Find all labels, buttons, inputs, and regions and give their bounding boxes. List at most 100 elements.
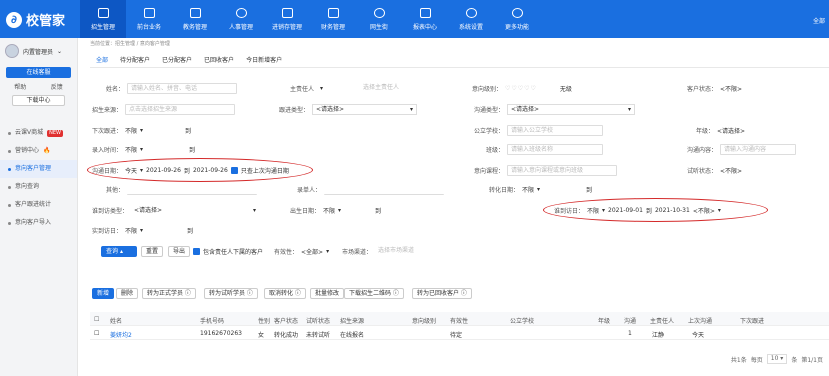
customer-name-link[interactable]: 姜妍均2 (110, 330, 132, 339)
comm-type-select[interactable]: <请选择> ▾ (507, 104, 636, 115)
col-comm[interactable]: 沟通 (624, 316, 636, 325)
col-name[interactable]: 姓名 (110, 316, 122, 325)
row-checkbox[interactable]: ☐ (94, 330, 99, 337)
heart-rating-icon[interactable]: ♡♡♡♡♡ (505, 85, 537, 92)
to-trial-button[interactable]: 转为试听学员 ⓘ (204, 288, 258, 299)
user-menu[interactable]: 内置管理员 ⌄ (0, 38, 77, 64)
owner-select[interactable]: ▾ (317, 83, 358, 94)
book-icon (189, 7, 201, 18)
follow-type-select[interactable]: <请选择> ▾ (312, 104, 418, 115)
col-grade[interactable]: 年级 (598, 316, 610, 325)
caret-down-icon: ▾ (628, 106, 632, 113)
nav-front-desk[interactable]: 前台业务 (126, 0, 172, 38)
caret-down-icon: ▾ (326, 248, 330, 255)
col-status[interactable]: 客户状态 (274, 316, 298, 325)
sidebar-item-query[interactable]: 意向查询 (0, 178, 77, 196)
cancel-convert-button[interactable]: 取消转化 ⓘ (264, 288, 306, 299)
market-input[interactable]: 选择市场渠道 (375, 246, 440, 257)
pagination: 共1条 每页 10 ▾ 条 第1/1页 (730, 354, 823, 364)
caret-down-icon: ▾ (140, 127, 144, 134)
name-input[interactable]: 请输入姓名、拼音、电话 (127, 83, 238, 94)
col-source[interactable]: 招生来源 (340, 316, 364, 325)
other-input[interactable] (127, 184, 258, 195)
source-input[interactable]: 点击选择招生来源 (125, 104, 236, 115)
caret-down-icon: ▾ (320, 85, 324, 92)
check-icon[interactable] (193, 248, 200, 255)
class-input[interactable]: 请输入班级名称 (507, 144, 604, 155)
nav-settings[interactable]: 系统设置 (448, 0, 494, 38)
nav-enrollment[interactable]: 招生管理 (80, 0, 126, 38)
export-button[interactable]: 导出 (168, 246, 191, 257)
batch-edit-button[interactable]: 批量修改 (310, 288, 345, 299)
grade-select[interactable]: <请选择> (717, 126, 745, 135)
caret-down-icon: ▾ (410, 106, 414, 113)
caret-down-icon: ▾ (537, 186, 541, 193)
divider (90, 67, 829, 68)
col-school[interactable]: 公立学校 (510, 316, 534, 325)
col-next-follow[interactable]: 下次跟进 (740, 316, 764, 325)
sidebar-item-marketing[interactable]: 营销中心 🔥 (0, 142, 77, 160)
sidebar-item-mall[interactable]: 云课V商城 NEW (0, 124, 77, 142)
feedback-link[interactable]: 反馈 (51, 82, 63, 91)
caret-down-icon: ▾ (338, 207, 342, 214)
download-center-button[interactable]: 下载中心 (12, 95, 65, 106)
course-input[interactable]: 请输入意向课程或意向班级 (507, 165, 618, 176)
nav-hr[interactable]: 人事管理 (218, 0, 264, 38)
sidebar-item-stats[interactable]: 客户跟进统计 (0, 196, 77, 214)
page-size-select[interactable]: 10 ▾ (766, 354, 788, 364)
page-indicator: 第1/1页 (801, 356, 823, 364)
owner-filter: 主责任人 ▾ 选择主责任人 (290, 83, 421, 94)
nav-finance[interactable]: 财务管理 (310, 0, 356, 38)
visit-type-filter: 谁到访类型： <请选择> ▾ (92, 205, 260, 216)
school-input[interactable]: 请输入公立学校 (507, 125, 604, 136)
nav-academic[interactable]: 教务管理 (172, 0, 218, 38)
reset-button[interactable]: 重置 (141, 246, 164, 257)
nav-web-street[interactable]: 网生街 (356, 0, 402, 38)
trial-select[interactable]: <不限> (720, 166, 742, 175)
online-service-button[interactable]: 在线客服 (6, 67, 71, 78)
sidebar: 内置管理员 ⌄ 在线客服 帮助 反馈 下载中心 云课V商城 NEW 营销中心 🔥 意向客… (0, 38, 78, 376)
class-filter: 班级： 请输入班级名称 (486, 144, 604, 155)
to-recycled-button[interactable]: 转为已回收客户 ⓘ (412, 288, 472, 299)
query-button[interactable]: 查询 ▴ (101, 246, 137, 257)
source-filter: 招生来源： 点击选择招生来源 (92, 104, 236, 115)
no-level-option[interactable]: 无级 (560, 84, 572, 93)
help-link[interactable]: 帮助 (14, 82, 26, 91)
visit-type-select[interactable]: <请选择> ▾ (131, 205, 260, 216)
chart-icon (419, 7, 431, 18)
col-last-comm[interactable]: 上次沟通 (688, 316, 712, 325)
col-trial[interactable]: 试听状态 (306, 316, 330, 325)
entrant-filter: 录单人： (297, 184, 445, 195)
shield-icon (373, 7, 385, 18)
to-formal-button[interactable]: 转为正式学员 ⓘ (142, 288, 196, 299)
col-validity[interactable]: 有效性 (450, 316, 468, 325)
content-input[interactable]: 请输入沟通内容 (720, 144, 797, 155)
table-row[interactable]: ☐ 姜妍均2 19162670263 女 转化成功 未转试听 在线报名 待定 1… (90, 326, 829, 340)
qrcode-button[interactable]: 下载招生二维码 ⓘ (344, 288, 404, 299)
app-logo[interactable]: ∂ 校管家 (6, 10, 65, 29)
follow-type-filter: 跟进类型： <请选择> ▾ (279, 104, 418, 115)
sidebar-item-customers[interactable]: 意向客户管理 (0, 160, 77, 178)
col-level[interactable]: 意向级别 (412, 316, 436, 325)
select-all-checkbox[interactable]: ☐ (94, 316, 99, 323)
nav-reports[interactable]: 报表中心 (402, 0, 448, 38)
delete-button[interactable]: 删除 (116, 288, 139, 299)
top-right-menu[interactable]: 全部 (813, 16, 825, 25)
col-phone[interactable]: 手机号码 (200, 316, 224, 325)
finance-icon (327, 7, 339, 18)
status-select[interactable]: <不限> (720, 84, 742, 93)
bullet-icon (8, 203, 11, 207)
level-filter: 意向级别： ♡♡♡♡♡ 无级 (472, 84, 572, 93)
logo-icon: ∂ (6, 11, 22, 28)
caret-down-icon: ▾ (140, 146, 144, 153)
sidebar-item-import[interactable]: 意向客户导入 (0, 214, 77, 232)
convert-date-filter: 转化日期： 不限 ▾ 到 (489, 186, 593, 194)
add-button[interactable]: 新增 (92, 288, 115, 299)
col-gender[interactable]: 性别 (258, 316, 270, 325)
entrant-input[interactable] (324, 184, 445, 195)
breadcrumb: 当前位置：招生管理 / 意向客户管理 (90, 41, 170, 47)
nav-more[interactable]: 更多功能 (494, 0, 540, 38)
nav-inventory[interactable]: 进销存管理 (264, 0, 310, 38)
bullet-icon (8, 149, 11, 153)
col-owner[interactable]: 主责任人 (650, 316, 674, 325)
